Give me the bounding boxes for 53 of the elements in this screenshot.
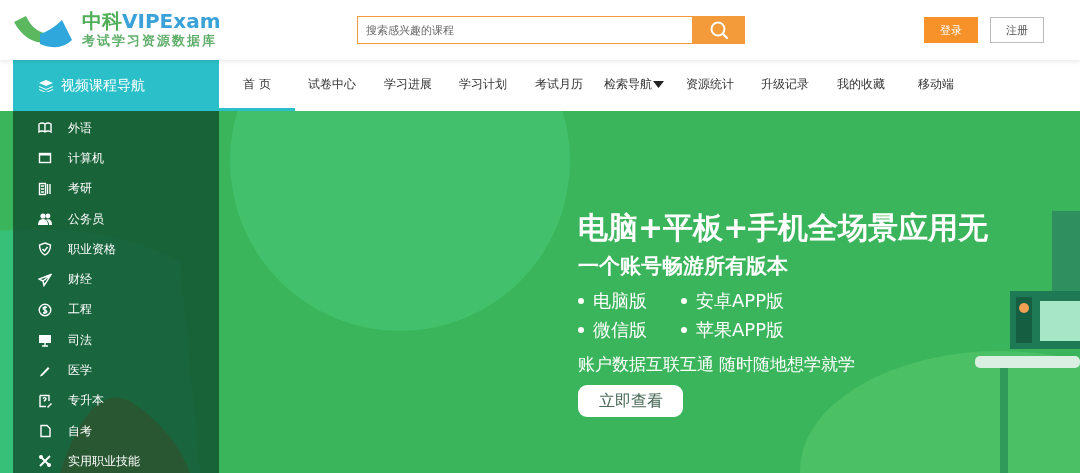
logo-text: 中科 bbox=[82, 10, 122, 32]
feature-text: 电脑版 bbox=[593, 289, 647, 313]
paper-plane-icon bbox=[38, 272, 52, 287]
banner-subheadline: 一个账号畅游所有版本 bbox=[578, 253, 789, 280]
nav-tab[interactable]: 升级记录 bbox=[747, 60, 823, 111]
logo-text: VIPExam bbox=[122, 10, 221, 32]
nav-tab[interactable]: 我的收藏 bbox=[823, 60, 899, 111]
category-link[interactable]: 司法 bbox=[13, 325, 219, 356]
nav-tab[interactable]: 考试月历 bbox=[521, 60, 597, 111]
nav-tab[interactable]: 试卷中心 bbox=[294, 60, 370, 111]
nav-tab[interactable]: 学习进展 bbox=[370, 60, 446, 111]
layers-icon bbox=[39, 79, 53, 92]
book-columns-icon bbox=[38, 181, 52, 196]
category-link[interactable]: 财经 bbox=[13, 264, 219, 295]
category-link[interactable]: 专升本 bbox=[13, 385, 219, 416]
bullet-icon bbox=[681, 326, 687, 333]
feature-text: 安卓APP版 bbox=[696, 289, 785, 313]
document-icon bbox=[38, 424, 52, 439]
nav-tab[interactable]: 检索导航 bbox=[596, 60, 672, 111]
category-link[interactable]: 计算机 bbox=[13, 143, 219, 174]
people-icon bbox=[38, 212, 52, 227]
sidebar-title: 视频课程导航 bbox=[61, 76, 145, 95]
search-icon bbox=[709, 20, 729, 40]
dollar-icon bbox=[38, 302, 52, 317]
category-link[interactable]: 公务员 bbox=[13, 203, 219, 235]
bullet-icon bbox=[681, 297, 687, 304]
category-link[interactable]: 实用职业技能 bbox=[13, 446, 219, 473]
category-link[interactable]: 医学 bbox=[13, 355, 219, 386]
shield-check-icon bbox=[38, 242, 52, 257]
category-link[interactable]: 职业资格 bbox=[13, 234, 219, 265]
feature-text: 微信版 bbox=[593, 318, 647, 342]
view-now-button[interactable]: 立即查看 bbox=[578, 385, 683, 417]
category-link[interactable]: 外语 bbox=[13, 113, 219, 144]
window-icon bbox=[38, 151, 52, 166]
nav-tab[interactable]: 移动端 bbox=[898, 60, 974, 111]
tools-icon bbox=[38, 454, 52, 469]
feature-text: 苹果APP版 bbox=[696, 318, 785, 342]
banner-headline: 电脑+平板+手机全场景应用无 bbox=[578, 209, 990, 247]
nav-tab[interactable]: 学习计划 bbox=[445, 60, 521, 111]
search-button[interactable] bbox=[693, 16, 745, 44]
category-link[interactable]: 自考 bbox=[13, 415, 219, 447]
nav-tab[interactable]: 资源统计 bbox=[672, 60, 748, 111]
category-link[interactable]: 工程 bbox=[13, 294, 219, 326]
bullet-icon bbox=[578, 326, 584, 333]
banner-tagline: 账户数据互联互通 随时随地想学就学 bbox=[578, 353, 857, 376]
category-link[interactable]: 考研 bbox=[13, 173, 219, 204]
book-icon bbox=[38, 121, 52, 136]
presentation-board-icon bbox=[38, 333, 52, 348]
register-button[interactable]: 注册 bbox=[990, 17, 1044, 43]
logo-tagline: 考试学习资源数据库 bbox=[82, 32, 218, 50]
question-note-icon bbox=[38, 393, 52, 408]
bullet-icon bbox=[578, 297, 584, 304]
search-field[interactable]: 搜索感兴趣的课程 bbox=[357, 16, 693, 44]
